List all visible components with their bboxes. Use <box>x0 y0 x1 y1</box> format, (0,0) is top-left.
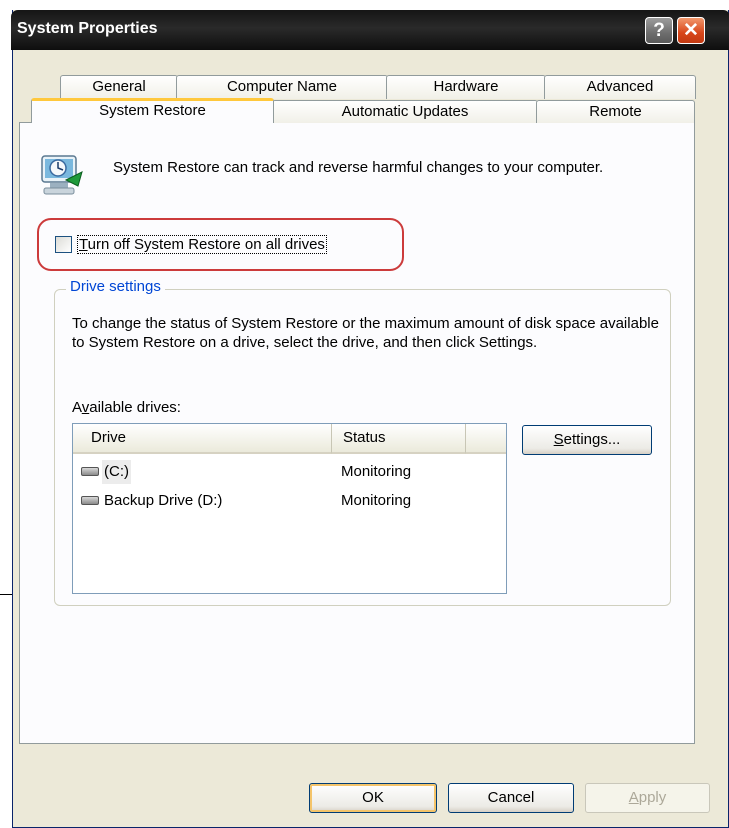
drive-row-d[interactable]: Backup Drive (D:) Monitoring <box>81 489 501 513</box>
tab-general[interactable]: General <box>60 75 178 99</box>
column-header-empty <box>465 424 506 454</box>
apply-button[interactable]: Apply <box>585 783 710 813</box>
drive-status: Monitoring <box>341 463 412 480</box>
turn-off-system-restore-row[interactable]: Turn off System Restore on all drives <box>55 235 327 254</box>
tab-system-restore[interactable]: System Restore <box>31 98 274 123</box>
tab-computer-name[interactable]: Computer Name <box>176 75 388 99</box>
drive-name: Backup Drive (D:) <box>104 492 223 509</box>
turn-off-system-restore-label[interactable]: Turn off System Restore on all drives <box>77 235 327 254</box>
turn-off-system-restore-checkbox[interactable] <box>55 236 72 253</box>
tab-automatic-updates[interactable]: Automatic Updates <box>272 100 538 123</box>
close-icon: ✕ <box>683 20 699 41</box>
tab-hardware[interactable]: Hardware <box>386 75 546 99</box>
drive-settings-description: To change the status of System Restore o… <box>72 315 659 351</box>
tab-advanced[interactable]: Advanced <box>544 75 696 99</box>
help-icon: ? <box>653 20 665 41</box>
system-restore-icon <box>41 155 83 195</box>
column-header-status[interactable]: Status <box>331 424 465 454</box>
window-title: System Properties <box>17 20 158 37</box>
available-drives-label: Available drives: <box>72 399 181 416</box>
settings-button[interactable]: Settings... <box>522 425 652 455</box>
close-button[interactable]: ✕ <box>677 17 705 44</box>
cancel-button[interactable]: Cancel <box>448 783 574 813</box>
hard-drive-icon <box>81 496 99 505</box>
drive-row-c[interactable]: (C:) Monitoring <box>81 460 501 484</box>
tab-remote[interactable]: Remote <box>536 100 695 123</box>
intro-text: System Restore can track and reverse har… <box>113 159 604 176</box>
drives-list[interactable]: Drive Status (C:) Monitoring Backup Driv… <box>72 423 507 594</box>
drive-name: (C:) <box>102 460 131 484</box>
title-bar[interactable]: System Properties ? ✕ <box>11 10 729 50</box>
drive-settings-title: Drive settings <box>66 278 165 295</box>
help-button[interactable]: ? <box>645 17 673 44</box>
column-header-drive[interactable]: Drive <box>73 424 331 454</box>
hard-drive-icon <box>81 467 99 476</box>
ok-button[interactable]: OK <box>309 783 437 813</box>
drive-status: Monitoring <box>341 492 412 509</box>
